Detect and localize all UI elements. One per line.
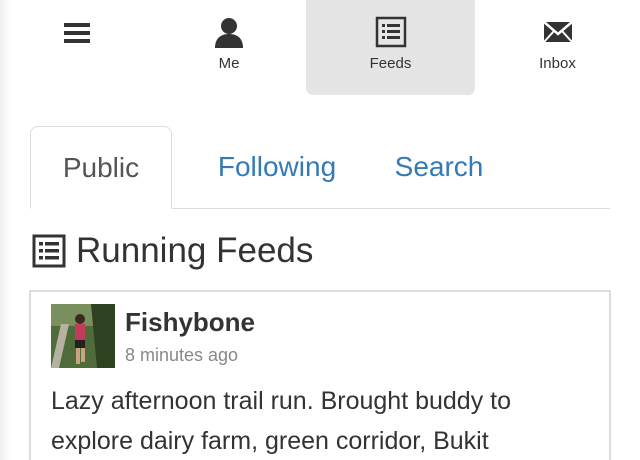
envelope-icon: [542, 21, 573, 43]
runner-photo-icon: [51, 304, 115, 368]
post-author[interactable]: Fishybone: [125, 307, 255, 338]
avatar[interactable]: [51, 304, 115, 368]
nav-feeds-label: Feeds: [369, 55, 412, 72]
post-timestamp: 8 minutes ago: [125, 345, 239, 365]
menu-icon: [64, 23, 90, 43]
feed-item: Fishybone 8 minutes ago Lazy afternoon t…: [29, 290, 611, 460]
feed-tabs: Public Following Search: [30, 126, 610, 209]
list-icon: [32, 234, 66, 268]
nav-feeds-button[interactable]: Feeds: [306, 0, 475, 95]
tab-search[interactable]: Search: [380, 126, 498, 209]
nav-inbox-label: Inbox: [539, 55, 576, 72]
nav-me-label: Me: [218, 55, 240, 72]
page-title: Running Feeds: [32, 228, 313, 274]
nav-menu-button[interactable]: [22, 0, 132, 95]
top-navigation: Me Feeds Inbox: [0, 0, 640, 95]
list-icon: [375, 16, 406, 48]
tab-public[interactable]: Public: [30, 126, 172, 209]
nav-me-button[interactable]: Me: [146, 0, 312, 95]
user-icon: [215, 18, 243, 48]
post-text: Lazy afternoon trail run. Brought buddy …: [51, 387, 512, 455]
app-page: Me Feeds Inbox Public Following Search R…: [0, 0, 640, 460]
nav-inbox-button[interactable]: Inbox: [475, 0, 640, 95]
tab-following[interactable]: Following: [190, 126, 364, 209]
page-title-text: Running Feeds: [76, 231, 314, 270]
